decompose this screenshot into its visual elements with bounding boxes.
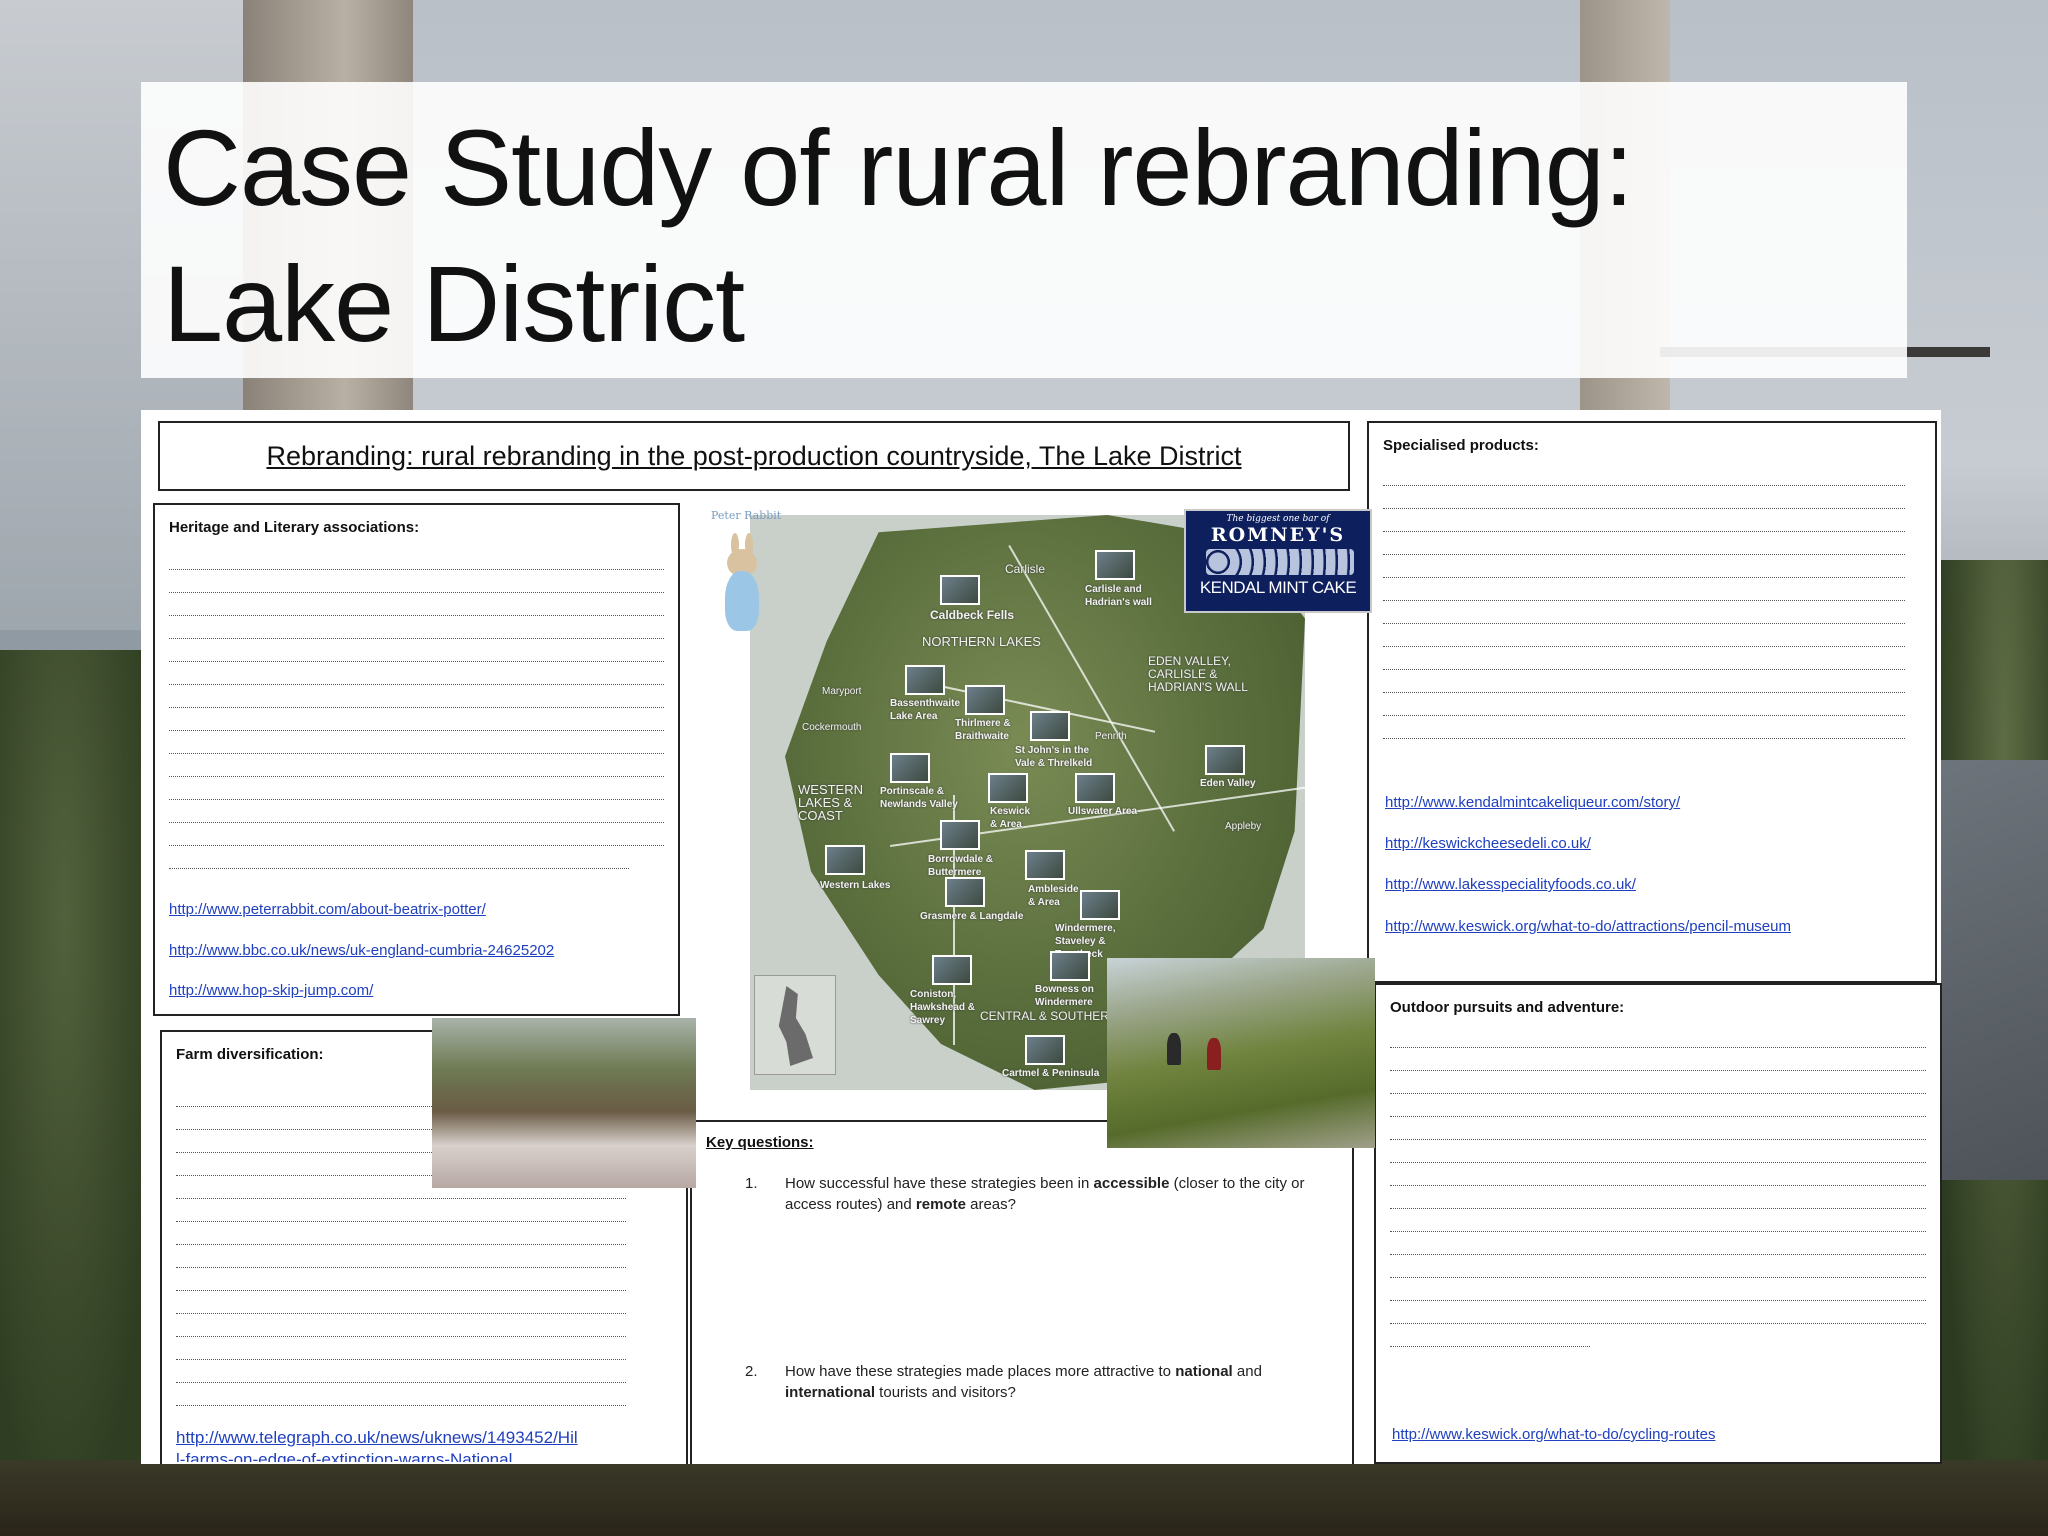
map-label-ambleside: Ambleside & Area: [1028, 884, 1079, 908]
uk-inset-map: [754, 975, 836, 1075]
map-label-penrith: Penrith: [1095, 731, 1127, 742]
heritage-answer-lines[interactable]: [169, 547, 664, 869]
link-keswick-cheese[interactable]: http://keswickcheesedeli.co.uk/: [1385, 835, 1591, 852]
map-label-grasmere: Grasmere & Langdale: [920, 911, 1024, 922]
kendal-emblems: [1206, 549, 1354, 575]
map-label-eden: EDEN VALLEY, CARLISLE & HADRIAN'S WALL: [1148, 654, 1248, 694]
thumb-cartmel: [1025, 1035, 1065, 1065]
link-telegraph[interactable]: http://www.telegraph.co.uk/news/uknews/1…: [176, 1428, 578, 1448]
map-label-western: WESTERN LAKES & COAST: [798, 782, 863, 823]
link-lakes-speciality[interactable]: http://www.lakesspecialityfoods.co.uk/: [1385, 876, 1636, 893]
thumb-keswick: [988, 773, 1028, 803]
hedge-left: [0, 650, 160, 1536]
kendal-product: KENDAL MINT CAKE: [1199, 578, 1357, 597]
thumb-bowness: [1050, 951, 1090, 981]
sheep-photo: [432, 1018, 696, 1188]
sea-strip: [0, 630, 150, 652]
heritage-heading: Heritage and Literary associations:: [169, 519, 420, 536]
map-label-central: CENTRAL & SOUTHERN: [980, 1009, 1118, 1023]
key-question-2: 2. How have these strategies made places…: [745, 1361, 1325, 1403]
map-label-carlisle-wall: Carlisle and Hadrian's wall: [1085, 584, 1152, 608]
cycling-photo: [1107, 958, 1375, 1148]
title-line-1: Case Study of rural rebranding:: [163, 107, 1634, 228]
map-label-keswick: Keswick & Area: [990, 806, 1031, 830]
map-label-carlisle: Carlisle: [1005, 562, 1046, 576]
map-label-northern-lakes: NORTHERN LAKES: [922, 634, 1041, 649]
q1-text: How successful have these strategies bee…: [785, 1175, 1305, 1213]
ground: [0, 1460, 2048, 1536]
kendal-mint-cake-label: The biggest one bar of ROMNEY'S KENDAL M…: [1184, 509, 1372, 613]
outdoor-heading: Outdoor pursuits and adventure:: [1390, 999, 1625, 1016]
thumb-caldbeck: [940, 575, 980, 605]
kendal-brand: ROMNEY'S: [1210, 524, 1346, 546]
link-peterrabbit[interactable]: http://www.peterrabbit.com/about-beatrix…: [169, 901, 486, 918]
key-questions-box: [690, 1120, 1354, 1464]
road: [1938, 760, 2048, 1180]
map-label-western-lakes: Western Lakes: [820, 880, 891, 891]
link-cycling-routes[interactable]: http://www.keswick.org/what-to-do/cyclin…: [1392, 1426, 1715, 1443]
link-kendal-mint-liqueur[interactable]: http://www.kendalmintcakeliqueur.com/sto…: [1385, 794, 1680, 811]
thumb-grasmere: [945, 877, 985, 907]
key-question-1: 1. How successful have these strategies …: [745, 1173, 1325, 1215]
map-label-borrowdale: Borrowdale & Buttermere: [928, 854, 994, 878]
worksheet-heading: Rebranding: rural rebranding in the post…: [266, 441, 1242, 471]
link-telegraph-cont[interactable]: l-farms-on-edge-of-extinction-warns-Nati…: [176, 1450, 512, 1462]
farm-heading: Farm diversification:: [176, 1046, 324, 1063]
thumb-western-lakes: [825, 845, 865, 875]
specialised-box: Specialised products: http://www.kendalm…: [1367, 421, 1937, 983]
specialised-answer-lines[interactable]: [1383, 463, 1905, 739]
thumb-eden-valley: [1205, 745, 1245, 775]
thumb-borrowdale: [940, 820, 980, 850]
link-bbc[interactable]: http://www.bbc.co.uk/news/uk-england-cum…: [169, 942, 554, 959]
map-label-portinscale: Portinscale & Newlands Valley: [880, 786, 958, 810]
map-label-eden-valley: Eden Valley: [1200, 778, 1256, 789]
thumb-ambleside: [1025, 850, 1065, 880]
outdoor-box: Outdoor pursuits and adventure: http://w…: [1374, 983, 1942, 1464]
heritage-box: Heritage and Literary associations: http…: [153, 503, 680, 1016]
map-label-ullswater: Ullswater Area: [1068, 806, 1138, 817]
thumb-bassenthwaite: [905, 665, 945, 695]
thumb-portinscale: [890, 753, 930, 783]
peter-rabbit-illustration: Peter Rabbit: [703, 505, 783, 645]
thumb-ullswater: [1075, 773, 1115, 803]
link-pencil-museum[interactable]: http://www.keswick.org/what-to-do/attrac…: [1385, 918, 1791, 935]
specialised-heading: Specialised products:: [1383, 437, 1539, 454]
map-label-caldbeck: Caldbeck Fells: [930, 608, 1015, 622]
thumb-stjohns: [1030, 711, 1070, 741]
worksheet-heading-box: Rebranding: rural rebranding in the post…: [158, 421, 1350, 491]
kendal-top-text: The biggest one bar of: [1226, 514, 1330, 524]
key-questions-heading: Key questions:: [706, 1134, 814, 1151]
map-label-cartmel: Cartmel & Peninsula: [1002, 1068, 1100, 1079]
thumb-carlisle-wall: [1095, 550, 1135, 580]
thumb-windermere: [1080, 890, 1120, 920]
outdoor-answer-lines[interactable]: [1390, 1025, 1926, 1347]
q1-number: 1.: [745, 1175, 758, 1192]
thumb-coniston: [932, 955, 972, 985]
link-hop-skip-jump[interactable]: http://www.hop-skip-jump.com/: [169, 982, 373, 999]
thumb-thirlmere: [965, 685, 1005, 715]
map-label-appleby: Appleby: [1225, 821, 1262, 832]
q2-number: 2.: [745, 1363, 758, 1380]
title-line-2: Lake District: [163, 243, 745, 364]
map-label-bowness: Bowness on Windermere: [1035, 984, 1094, 1008]
map-label-thirlmere: Thirlmere & Braithwaite: [955, 718, 1011, 742]
map-label-stjohns: St John's in the Vale & Threlkeld: [1015, 745, 1093, 769]
map-label-maryport: Maryport: [822, 686, 862, 697]
q2-text: How have these strategies made places mo…: [785, 1363, 1262, 1401]
slide-title: Case Study of rural rebranding: Lake Dis…: [163, 100, 1893, 372]
rabbit-caption: Peter Rabbit: [711, 509, 782, 522]
map-label-cockermouth: Cockermouth: [802, 722, 862, 733]
